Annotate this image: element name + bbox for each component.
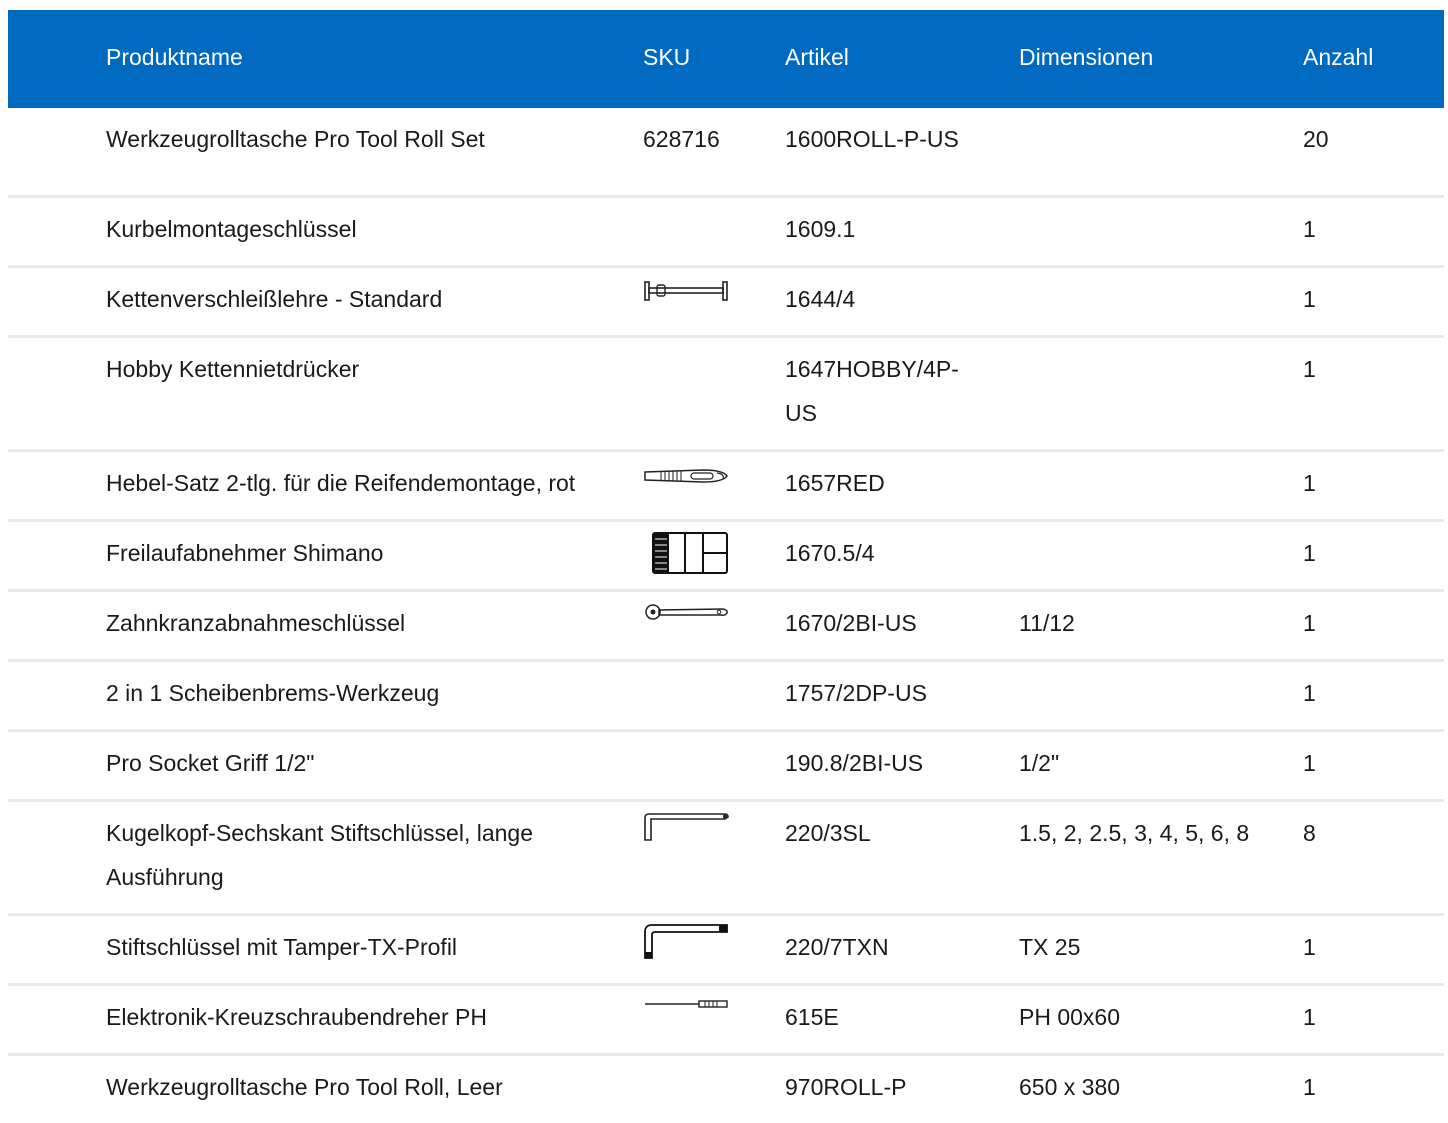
- header-article[interactable]: Artikel: [785, 43, 985, 71]
- table-row[interactable]: Kettenverschleißlehre - Standard 1644/4 …: [8, 268, 1444, 338]
- dimensions: 650 x 380: [1019, 1074, 1121, 1100]
- header-quantity[interactable]: Anzahl: [1303, 43, 1423, 71]
- table-row[interactable]: Hebel-Satz 2-tlg. für die Reifendemontag…: [8, 452, 1444, 522]
- header-dimensions[interactable]: Dimensionen: [1019, 43, 1279, 71]
- product-name: Kugelkopf-Sechskant Stiftschlüssel, lang…: [106, 820, 534, 890]
- quantity: 1: [1303, 750, 1316, 776]
- dimensions: 1.5, 2, 2.5, 3, 4, 5, 6, 8: [1019, 820, 1250, 846]
- table-row[interactable]: Zahnkranzabnahmeschlüssel 1670/2BI-US 11…: [8, 592, 1444, 662]
- chain-checker-icon: [643, 278, 729, 322]
- header-sku[interactable]: SKU: [643, 43, 763, 71]
- sku: 628716: [643, 126, 720, 152]
- hex-key-icon: [643, 812, 729, 856]
- table-row[interactable]: Kurbelmontageschlüssel 1609.1 1: [8, 198, 1444, 268]
- product-name: Freilaufabnehmer Shimano: [106, 540, 384, 566]
- product-name: Werkzeugrolltasche Pro Tool Roll Set: [106, 126, 485, 152]
- product-name: Elektronik-Kreuzschraubendreher PH: [106, 1004, 487, 1030]
- product-name: 2 in 1 Scheibenbrems-Werkzeug: [106, 680, 440, 706]
- dimensions: 11/12: [1019, 610, 1075, 636]
- quantity: 1: [1303, 680, 1316, 706]
- dimensions: 1/2": [1019, 750, 1060, 776]
- product-name: Stiftschlüssel mit Tamper-TX-Profil: [106, 934, 458, 960]
- quantity: 1: [1303, 286, 1316, 312]
- quantity: 20: [1303, 126, 1329, 152]
- quantity: 1: [1303, 610, 1316, 636]
- torx-key-icon: [643, 922, 729, 966]
- article-number: 1757/2DP-US: [785, 680, 927, 706]
- article-number: 1644/4: [785, 286, 856, 312]
- product-name: Kettenverschleißlehre - Standard: [106, 286, 443, 312]
- article-number: 1670.5/4: [785, 540, 875, 566]
- quantity: 8: [1303, 820, 1316, 846]
- table-row[interactable]: Kugelkopf-Sechskant Stiftschlüssel, lang…: [8, 802, 1444, 916]
- table-row[interactable]: Werkzeugrolltasche Pro Tool Roll Set 628…: [8, 108, 1444, 198]
- quantity: 1: [1303, 470, 1316, 496]
- ratchet-wrench-icon: [643, 602, 729, 646]
- quantity: 1: [1303, 356, 1316, 382]
- quantity: 1: [1303, 934, 1316, 960]
- product-name: Kurbelmontageschlüssel: [106, 216, 357, 242]
- article-number: 970ROLL-P: [785, 1074, 907, 1100]
- tire-lever-icon: [643, 462, 729, 506]
- freewheel-remover-icon: [643, 530, 729, 574]
- table-row[interactable]: Werkzeugrolltasche Pro Tool Roll, Leer 9…: [8, 1056, 1444, 1123]
- article-number: 1657RED: [785, 470, 885, 496]
- product-name: Hobby Kettennietdrücker: [106, 356, 360, 382]
- product-name: Pro Socket Griff 1/2": [106, 750, 315, 776]
- quantity: 1: [1303, 216, 1316, 242]
- parts-table: Produktname SKU Artikel Dimensionen Anza…: [8, 10, 1444, 1123]
- table-row[interactable]: Hobby Kettennietdrücker 1647HOBBY/4P-US …: [8, 338, 1444, 452]
- article-number: 1647HOBBY/4P-US: [785, 356, 959, 426]
- table-row[interactable]: Elektronik-Kreuzschraubendreher PH 615E …: [8, 986, 1444, 1056]
- quantity: 1: [1303, 540, 1316, 566]
- quantity: 1: [1303, 1004, 1316, 1030]
- table-row[interactable]: Stiftschlüssel mit Tamper-TX-Profil 220/…: [8, 916, 1444, 986]
- dimensions: PH 00x60: [1019, 1004, 1121, 1030]
- article-number: 190.8/2BI-US: [785, 750, 924, 776]
- article-number: 615E: [785, 1004, 839, 1030]
- table-header: Produktname SKU Artikel Dimensionen Anza…: [8, 10, 1444, 108]
- table-row[interactable]: 2 in 1 Scheibenbrems-Werkzeug 1757/2DP-U…: [8, 662, 1444, 732]
- quantity: 1: [1303, 1074, 1316, 1100]
- article-number: 220/7TXN: [785, 934, 889, 960]
- header-product-name[interactable]: Produktname: [106, 43, 616, 71]
- article-number: 1609.1: [785, 216, 856, 242]
- product-name: Hebel-Satz 2-tlg. für die Reifendemontag…: [106, 470, 576, 496]
- article-number: 1670/2BI-US: [785, 610, 917, 636]
- table-row[interactable]: Freilaufabnehmer Shimano 1670.5/4 1: [8, 522, 1444, 592]
- product-name: Werkzeugrolltasche Pro Tool Roll, Leer: [106, 1074, 503, 1100]
- screwdriver-icon: [643, 996, 729, 1040]
- table-row[interactable]: Pro Socket Griff 1/2" 190.8/2BI-US 1/2" …: [8, 732, 1444, 802]
- article-number: 220/3SL: [785, 820, 871, 846]
- product-name: Zahnkranzabnahmeschlüssel: [106, 610, 406, 636]
- dimensions: TX 25: [1019, 934, 1081, 960]
- article-number: 1600ROLL-P-US: [785, 126, 959, 152]
